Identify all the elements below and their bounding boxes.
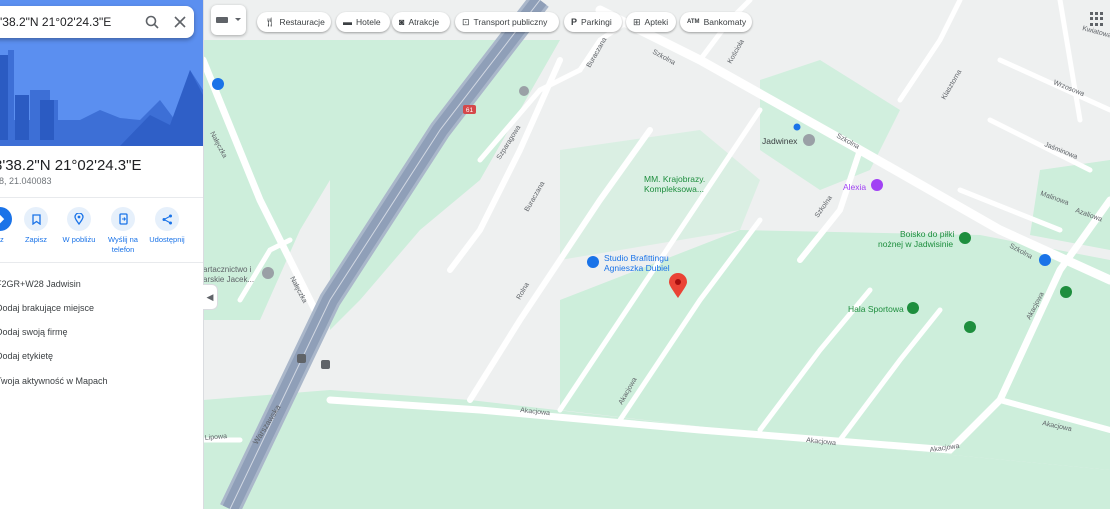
add-business-text: Dodaj swoją firmę (0, 327, 68, 337)
poi-boisko-icon (959, 232, 971, 244)
poi-krajobrazy-2: Kompleksowa... (644, 184, 704, 194)
transit-icon: ⊡ (462, 16, 470, 27)
directions-icon: ◆ (0, 207, 12, 231)
blue-dot-icon (793, 123, 801, 131)
layer-toggle-button[interactable] (211, 5, 246, 35)
chip-restaurants[interactable]: 🍴︎ Restauracje (257, 12, 331, 32)
action-label: Wyślij na telefon (108, 235, 138, 254)
poi-jadwinex: Jadwinex (762, 136, 798, 146)
bus-stop-icon (297, 354, 306, 363)
side-panel: '38.2"N 21°02'24.3"E 3'38.2"N 21°02'24.3… (0, 0, 204, 509)
action-label: W pobliżu (62, 235, 96, 244)
chip-label: Parkingi (581, 17, 612, 27)
action-label: cz (0, 235, 4, 244)
action-label: Udostępnij (149, 235, 185, 244)
poi-jadwinex-icon (803, 134, 815, 146)
poi-krajobrazy-1: MM. Krajobrazy. (644, 174, 705, 184)
collapse-panel-button[interactable]: ◀ (203, 284, 218, 310)
route-badge-label: 61 (466, 107, 474, 114)
plus-code-row[interactable]: F2GR+W28 Jadwisin (0, 279, 81, 289)
poi-gospodarstwo-2: arskie Jacek... (203, 275, 254, 284)
atm-icon: ATM (687, 19, 700, 25)
action-label: Zapisz (24, 235, 48, 244)
chip-label: Atrakcje (408, 17, 440, 27)
chip-hotels[interactable]: ▬ Hotele (336, 12, 390, 32)
chevron-left-icon: ◀ (206, 291, 214, 302)
close-icon[interactable] (166, 8, 194, 36)
poi-gospodarstwo-1: artacznictwo i (203, 265, 252, 274)
poi-studio-2: Agnieszka Dubiel (604, 263, 670, 273)
hotel-icon: ▬ (343, 17, 352, 27)
chip-attractions[interactable]: ◙ Atrakcje (392, 12, 450, 32)
add-missing-place-text: Dodaj brakujące miejsce (0, 303, 95, 313)
send-to-phone-icon (111, 207, 135, 231)
apps-grid-icon[interactable] (1090, 12, 1104, 26)
parking-icon: P (571, 17, 578, 27)
save-button[interactable]: Zapisz (14, 207, 58, 245)
search-icon[interactable] (138, 8, 166, 36)
bus-stop-icon (321, 360, 330, 369)
search-input[interactable]: '38.2"N 21°02'24.3"E (0, 15, 138, 29)
poi-boisko-2: nożnej w Jadwisinie (878, 239, 953, 249)
place-decimal-coords: 78, 21.040083 (0, 176, 52, 186)
nearby-icon (67, 207, 91, 231)
poi-studio-icon (587, 256, 599, 268)
plus-code-text: F2GR+W28 Jadwisin (0, 279, 81, 289)
place-title: 3'38.2"N 21°02'24.3"E (0, 157, 142, 174)
pharmacy-icon: ⊞ (633, 16, 641, 27)
add-business-row[interactable]: Dodaj swoją firmę (0, 327, 68, 337)
share-icon (155, 207, 179, 231)
chip-label: Transport publiczny (473, 17, 548, 27)
add-label-row[interactable]: Dodaj etykietę (0, 351, 53, 361)
bookmark-icon (24, 207, 48, 231)
maps-activity-row[interactable]: Twoja aktywność w Mapach (0, 376, 108, 386)
chip-parking[interactable]: P Parkingi (564, 12, 622, 32)
layers-icon (216, 17, 228, 23)
restaurant-icon: 🍴︎ (264, 16, 276, 27)
poi-studio-1: Studio Brafittingu (604, 253, 669, 263)
maps-activity-text: Twoja aktywność w Mapach (0, 376, 108, 386)
divider (0, 262, 203, 263)
poi-tree-icon (964, 321, 976, 333)
poi-hala-icon (907, 302, 919, 314)
send-to-phone-button[interactable]: Wyślij na telefon (101, 207, 145, 255)
poi-green-icon (1060, 286, 1072, 298)
place-hero-image: '38.2"N 21°02'24.3"E (0, 0, 203, 146)
poi-alexia-icon (871, 179, 883, 191)
chip-pharmacies[interactable]: ⊞ Apteki (626, 12, 676, 32)
chip-atms[interactable]: ATM Bankomaty (680, 12, 752, 32)
chip-label: Bankomaty (703, 17, 747, 27)
chevron-down-icon (235, 18, 241, 21)
poi-grey-icon (519, 86, 529, 96)
add-label-text: Dodaj etykietę (0, 351, 54, 361)
poi-boisko-1: Boisko do piłki (900, 229, 954, 239)
share-button[interactable]: Udostępnij (145, 207, 189, 245)
chip-label: Restauracje (279, 17, 325, 27)
poi-alexia: Alexia (843, 182, 866, 192)
transit-stop-icon (212, 78, 224, 90)
poi-gospodarstwo-icon (262, 267, 274, 279)
divider (0, 197, 203, 198)
camera-icon: ◙ (399, 17, 405, 27)
search-box[interactable]: '38.2"N 21°02'24.3"E (0, 6, 194, 38)
chip-label: Apteki (644, 17, 669, 27)
chip-transit[interactable]: ⊡ Transport publiczny (455, 12, 559, 32)
poi-hala: Hala Sportowa (848, 304, 904, 314)
chip-label: Hotele (356, 17, 381, 27)
green-area (1030, 160, 1110, 250)
nearby-button[interactable]: W pobliżu (57, 207, 101, 245)
home-icon (1039, 254, 1051, 266)
add-missing-place-row[interactable]: Dodaj brakujące miejsce (0, 303, 94, 313)
